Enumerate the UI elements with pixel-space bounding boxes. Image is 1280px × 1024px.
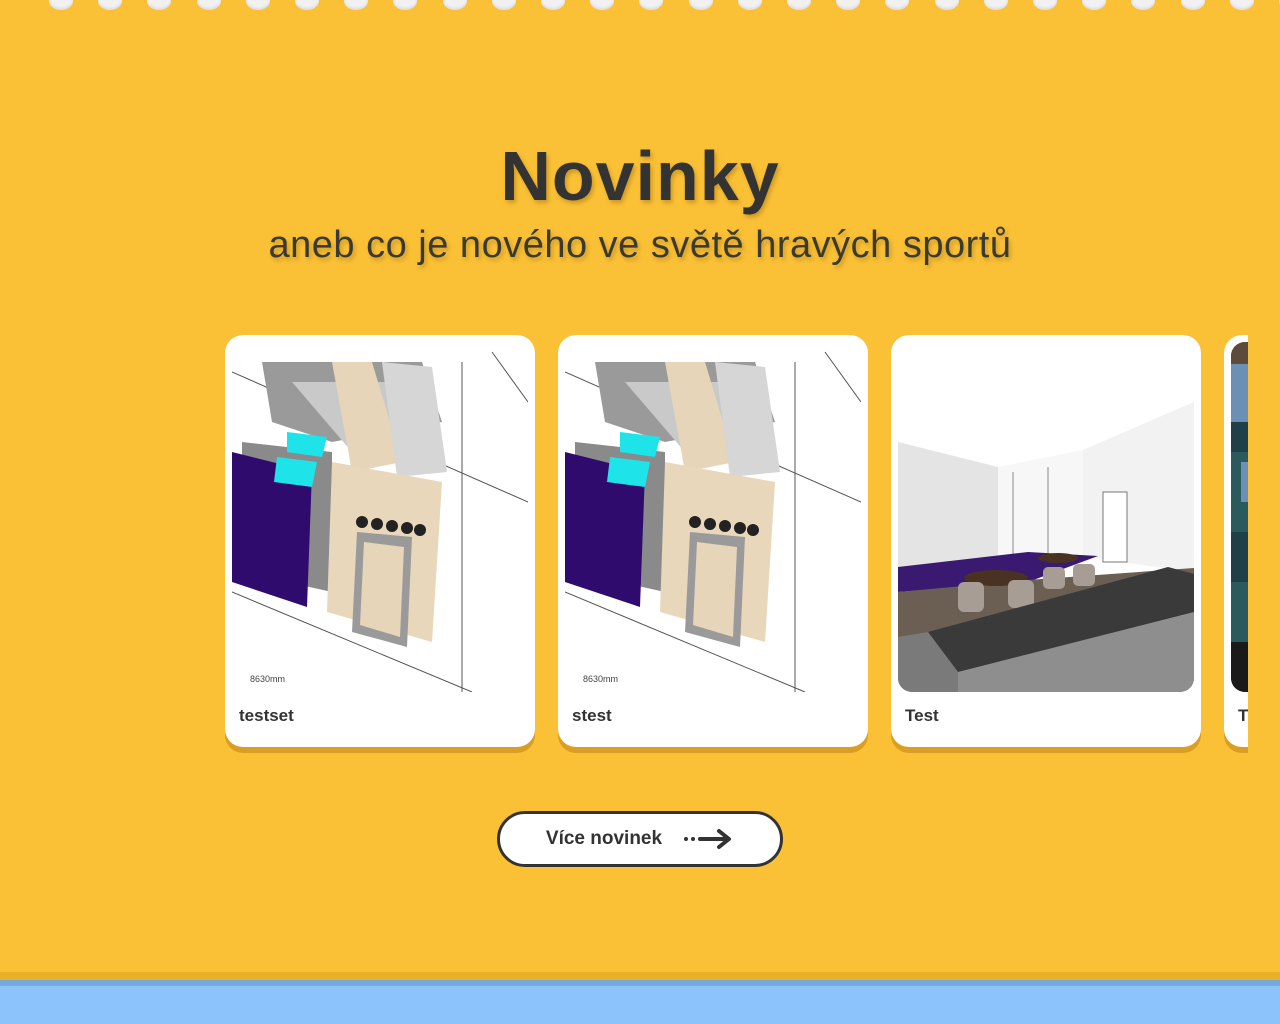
perforation-dot <box>1229 0 1254 10</box>
perforation-dot <box>688 0 713 10</box>
perforation-dot <box>295 0 319 10</box>
more-news-button[interactable]: Více novinek <box>497 811 783 867</box>
perforation-dot <box>737 0 762 10</box>
news-carousel[interactable]: 8630mm testset 8630mm stest Test T <box>225 335 1248 765</box>
perforation-dot <box>934 0 959 10</box>
dotted-arrow-right-icon <box>682 827 734 851</box>
perforation-dot <box>590 0 615 10</box>
news-card[interactable]: 8630mm stest <box>558 335 868 747</box>
perforation-dot <box>885 0 910 10</box>
footer <box>0 986 1280 1024</box>
perforation-dot <box>639 0 664 10</box>
perforation-dot <box>344 0 369 10</box>
section-subtitle: aneb co je nového ve světě hravých sport… <box>268 224 1012 266</box>
news-card[interactable]: T <box>1224 335 1248 747</box>
perforation-dot <box>491 0 516 10</box>
news-card-image[interactable]: 8630mm <box>565 342 861 692</box>
svg-text:8630mm: 8630mm <box>583 674 618 684</box>
svg-text:8630mm: 8630mm <box>250 674 285 684</box>
perforation-dot <box>393 0 418 10</box>
perforation-dot <box>1131 0 1156 10</box>
perforation-dot <box>983 0 1008 10</box>
news-card[interactable]: Test <box>891 335 1201 747</box>
perforation-dot <box>541 0 565 10</box>
perforation-dot <box>245 0 270 10</box>
perforation-dot <box>787 0 811 10</box>
perforation-dot <box>98 0 123 10</box>
news-card-image[interactable] <box>898 342 1194 692</box>
perforation-dot <box>442 0 467 10</box>
perforation-dot <box>49 0 73 10</box>
perforation-dot <box>1033 0 1057 10</box>
perforation-dot <box>836 0 861 10</box>
news-card-image[interactable] <box>1231 342 1248 692</box>
news-card-title[interactable]: Test <box>905 706 939 726</box>
news-card[interactable]: 8630mm testset <box>225 335 535 747</box>
section-title: Novinky <box>500 137 780 215</box>
perforation-dot <box>147 0 172 10</box>
news-card-title[interactable]: stest <box>572 706 612 726</box>
more-news-label: Více novinek <box>545 828 663 849</box>
perforation-dot <box>1082 0 1107 10</box>
news-card-image[interactable]: 8630mm <box>232 342 528 692</box>
perforation-dot <box>196 0 221 10</box>
perforation-dot <box>1180 0 1205 10</box>
section-header: Novinky aneb co je nového ve světě hravý… <box>0 138 1280 267</box>
news-card-title[interactable]: testset <box>239 706 294 726</box>
decorative-dots <box>0 0 1280 12</box>
news-card-title[interactable]: T <box>1238 706 1248 726</box>
